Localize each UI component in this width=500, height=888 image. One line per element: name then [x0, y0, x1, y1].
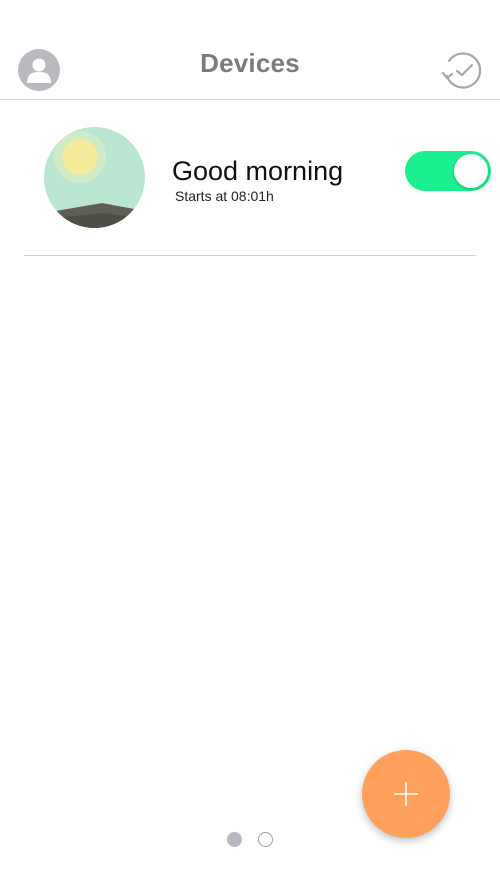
routine-start-time: Starts at 08:01h: [175, 188, 274, 204]
routine-enable-toggle[interactable]: [405, 151, 491, 191]
page-dot-1[interactable]: [227, 832, 242, 847]
page-dot-2[interactable]: [258, 832, 273, 847]
toggle-knob: [454, 154, 488, 188]
routine-image: [44, 127, 145, 228]
clock-history-icon: [441, 52, 482, 89]
plus-icon: [394, 782, 418, 806]
header: Devices: [0, 0, 500, 100]
add-button[interactable]: [362, 750, 450, 838]
page-title: Devices: [200, 48, 300, 78]
routine-item-good-morning[interactable]: Good morning Starts at 08:01h: [24, 100, 491, 256]
page-indicator: [0, 832, 500, 850]
routine-name: Good morning: [172, 156, 344, 186]
sunrise-illustration: [44, 127, 145, 228]
history-button[interactable]: [440, 47, 486, 93]
devices-screen: Devices Good morning Starts at 08:01h: [0, 0, 500, 888]
